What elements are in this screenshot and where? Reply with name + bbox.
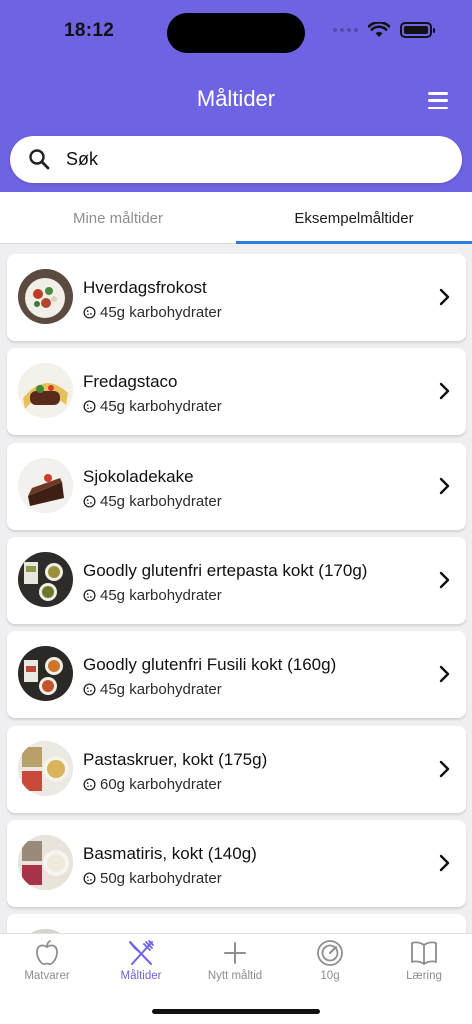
nav-maltider[interactable]: Måltider	[94, 938, 188, 994]
meal-card[interactable]: Pastaskruer, kokt (175g) 60g karbohydrat…	[7, 726, 466, 813]
meal-name: Sjokoladekake	[83, 467, 194, 486]
meal-card[interactable]: Sjokoladekake 45g karbohydrater	[7, 443, 466, 530]
meal-carbs: 45g karbohydrater	[83, 493, 222, 510]
meal-name: Goodly glutenfri ertepasta kokt (170g)	[83, 561, 368, 580]
meal-card[interactable]: Goodly glutenfri ertepasta kokt (170g) 4…	[7, 537, 466, 624]
meal-carbs-text: 50g karbohydrater	[100, 870, 222, 887]
cookie-icon	[83, 495, 96, 508]
meal-thumbnail	[18, 458, 73, 513]
dynamic-island	[167, 13, 305, 53]
nav-nytt-maltid[interactable]: Nytt måltid	[188, 938, 282, 994]
cutlery-icon	[129, 940, 154, 965]
meal-carbs: 50g karbohydrater	[83, 870, 222, 887]
chevron-right-icon	[439, 382, 450, 400]
meal-name: Hverdagsfrokost	[83, 278, 207, 297]
nav-10g[interactable]: 10g	[283, 938, 377, 994]
meal-thumbnail	[18, 835, 73, 890]
meal-name: Goodly glutenfri Fusili kokt (160g)	[83, 655, 337, 674]
menu-icon[interactable]	[428, 92, 448, 109]
cookie-icon	[83, 778, 96, 791]
nav-label: Læring	[406, 970, 442, 982]
cellular-signal-icon	[333, 28, 358, 32]
meal-carbs-text: 45g karbohydrater	[100, 304, 222, 321]
book-icon	[411, 941, 437, 965]
status-bar: 18:12	[0, 0, 472, 64]
meal-carbs: 45g karbohydrater	[83, 398, 222, 415]
cookie-icon	[83, 306, 96, 319]
meal-carbs-text: 45g karbohydrater	[100, 681, 222, 698]
meal-carbs-text: 45g karbohydrater	[100, 398, 222, 415]
status-time: 18:12	[64, 20, 115, 41]
meal-thumbnail	[18, 363, 73, 418]
nav-matvarer[interactable]: Matvarer	[0, 938, 94, 994]
status-icons	[333, 22, 435, 38]
meal-carbs-text: 60g karbohydrater	[100, 776, 222, 793]
meal-card-partial[interactable]	[7, 914, 466, 933]
meal-name: Pastaskruer, kokt (175g)	[83, 750, 268, 769]
cookie-icon	[83, 589, 96, 602]
cookie-icon	[83, 400, 96, 413]
meal-list[interactable]: Hverdagsfrokost 45g karbohydrater Fredag…	[0, 245, 472, 933]
home-indicator	[152, 1009, 320, 1014]
meal-carbs: 60g karbohydrater	[83, 776, 222, 793]
nav-label: Nytt måltid	[207, 970, 263, 982]
chevron-right-icon	[439, 288, 450, 306]
search-bar[interactable]	[10, 136, 462, 183]
meal-carbs-text: 45g karbohydrater	[100, 587, 222, 604]
meal-card[interactable]: Basmatiris, kokt (140g) 50g karbohydrate…	[7, 820, 466, 907]
page-title: Måltider	[196, 86, 276, 111]
meal-card[interactable]: Fredagstaco 45g karbohydrater	[7, 348, 466, 435]
cookie-icon	[83, 872, 96, 885]
battery-icon	[400, 22, 435, 38]
active-tab-indicator	[236, 241, 472, 244]
nav-label: Matvarer	[24, 970, 70, 982]
app-header: 18:12 Måltider	[0, 0, 472, 192]
meal-carbs: 45g karbohydrater	[83, 587, 222, 604]
gauge-icon	[317, 940, 343, 966]
meal-name: Basmatiris, kokt (140g)	[83, 844, 257, 863]
meal-card[interactable]: Goodly glutenfri Fusili kokt (160g) 45g …	[7, 631, 466, 718]
meal-thumbnail	[18, 741, 73, 796]
tab-mine-maltider[interactable]: Mine måltider	[0, 192, 236, 244]
tab-eksempelmaltider[interactable]: Eksempelmåltider	[236, 192, 472, 244]
meal-carbs: 45g karbohydrater	[83, 681, 222, 698]
meal-carbs-text: 45g karbohydrater	[100, 493, 222, 510]
chevron-right-icon	[439, 854, 450, 872]
meal-thumbnail	[18, 269, 73, 324]
plus-icon	[224, 942, 246, 964]
chevron-right-icon	[439, 571, 450, 589]
nav-laering[interactable]: Læring	[377, 938, 471, 994]
cookie-icon	[83, 683, 96, 696]
nav-label: Måltider	[120, 970, 162, 982]
meal-name: Fredagstaco	[83, 372, 178, 391]
meal-thumbnail	[18, 646, 73, 701]
chevron-right-icon	[439, 477, 450, 495]
apple-icon	[36, 940, 58, 965]
wifi-icon	[368, 22, 390, 37]
chevron-right-icon	[439, 760, 450, 778]
meal-thumbnail	[18, 552, 73, 607]
tab-bar: Mine måltider Eksempelmåltider	[0, 192, 472, 244]
search-icon	[29, 149, 50, 170]
nav-label: 10g	[320, 970, 340, 982]
meal-card[interactable]: Hverdagsfrokost 45g karbohydrater	[7, 254, 466, 341]
meal-carbs: 45g karbohydrater	[83, 304, 222, 321]
search-input[interactable]	[66, 136, 446, 183]
chevron-right-icon	[439, 665, 450, 683]
